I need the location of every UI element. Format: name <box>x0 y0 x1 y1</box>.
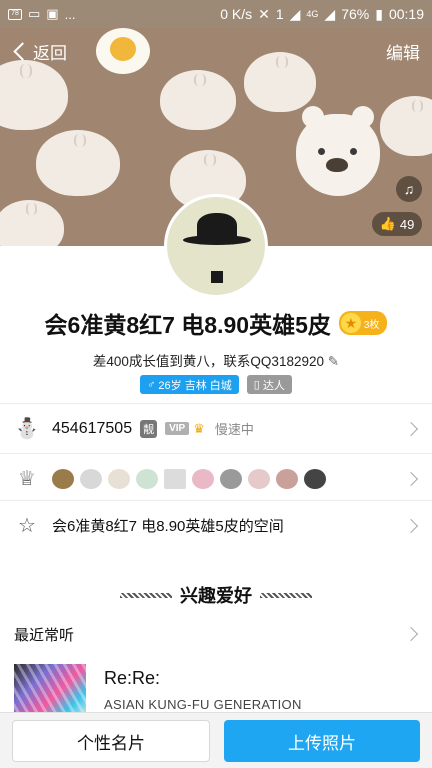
battery-icon: ▮ <box>375 5 383 22</box>
penguin-badge-icon <box>304 468 326 489</box>
growth-text: 差400成长值到黄八，联系QQ3182920 <box>92 354 324 369</box>
qq-number-row[interactable]: ⛄ 454617505 靓 VIP ♛ 慢速中 <box>0 403 432 453</box>
interests-section-title: 兴趣爱好 <box>0 582 432 608</box>
notification-count-icon: 78 <box>8 8 22 20</box>
growth-text-row[interactable]: 差400成长值到黄八，联系QQ3182920 ✎ <box>0 350 432 370</box>
badges-row[interactable]: ♕ <box>0 453 432 503</box>
signal-icon-2: ◢ <box>324 5 336 22</box>
profile-card-button[interactable]: 个性名片 <box>12 720 210 762</box>
expert-label: 达人 <box>262 379 285 392</box>
more-notifications-icon: ... <box>64 6 76 22</box>
net-speed: 0 K/s <box>220 6 253 22</box>
age-location-tag[interactable]: ♂ 26岁 吉林 白城 <box>140 375 239 394</box>
diamond-badge-icon <box>108 468 130 489</box>
cover-bun <box>160 70 236 130</box>
space-row[interactable]: ☆ 会6准黄8红7 电8.90英雄5皮的空间 <box>0 500 432 550</box>
qq-number: 454617505 <box>52 419 133 437</box>
back-button[interactable]: 返回 <box>12 39 67 64</box>
diamond-green-badge-icon <box>136 468 158 489</box>
upload-photo-button[interactable]: 上传照片 <box>224 720 420 762</box>
badge-list <box>52 468 326 489</box>
crown-icon: ♕ <box>18 468 36 490</box>
song-title[interactable]: Re:Re: <box>104 668 160 689</box>
mute-icon: ✕ <box>258 5 270 22</box>
like-button[interactable]: 👍 49 <box>372 212 422 236</box>
sim-icon: 1 <box>275 6 284 22</box>
age-location-text: 26岁 吉林 白城 <box>158 379 232 392</box>
recent-label: 最近常听 <box>14 626 75 644</box>
name-row: 会6准黄8红7 电8.90英雄5皮 ★ 3枚 <box>0 306 432 340</box>
message-icon: ▭ <box>28 6 41 21</box>
top-nav: 返回 编辑 <box>0 28 432 74</box>
net-type-icon: 4G <box>306 9 319 19</box>
medal-badge[interactable]: ★ 3枚 <box>338 311 388 335</box>
chevron-left-icon <box>13 41 32 61</box>
profile-name: 会6准黄8红7 电8.90英雄5皮 <box>44 312 331 338</box>
status-bar: 78 ▭ ▣ ... 0 K/s ✕ 1 ◢ 4G ◢ 76% ▮ 00:19 <box>0 0 432 28</box>
title-decoration-left <box>120 592 172 598</box>
star-badge-icon <box>220 468 242 489</box>
bottom-action-bar: 个性名片 上传照片 <box>0 712 432 768</box>
cover-bun <box>0 200 64 246</box>
hat-brim <box>183 235 251 245</box>
mustache-shape <box>211 271 223 283</box>
chevron-right-icon <box>403 518 419 533</box>
title-decoration-right <box>260 592 312 598</box>
star-medal-icon: ★ <box>340 313 361 333</box>
cover-bun <box>380 96 432 156</box>
diamond-red-badge-icon <box>248 468 270 489</box>
diamond-pink-badge-icon <box>192 468 214 489</box>
lightning-badge-icon <box>276 468 298 489</box>
vip-badge: VIP <box>165 422 190 435</box>
thumb-up-icon: 👍 <box>379 216 396 231</box>
chevron-right-icon <box>403 471 419 486</box>
song-artist: ASIAN KUNG-FU GENERATION <box>104 697 302 712</box>
interests-title: 兴趣爱好 <box>180 586 252 606</box>
chevron-right-icon <box>403 626 419 642</box>
pencil-icon[interactable]: ✎ <box>328 354 339 369</box>
poop-badge-icon <box>52 468 74 489</box>
image-icon: ▣ <box>46 6 59 21</box>
chevron-right-icon <box>403 421 419 436</box>
star-outline-icon: ☆ <box>18 515 36 537</box>
cover-bun <box>36 130 120 196</box>
gender-icon: ♂ <box>147 378 156 391</box>
phone-icon: ▯ <box>253 379 260 391</box>
back-label: 返回 <box>33 43 67 63</box>
space-label: 会6准黄8红7 电8.90英雄5皮的空间 <box>52 518 284 535</box>
medal-count: 3枚 <box>363 319 380 331</box>
penguin-icon: ⛄ <box>14 418 40 440</box>
recent-listening-row[interactable]: 最近常听 <box>0 612 432 656</box>
expert-tag[interactable]: ▯ 达人 <box>246 375 292 394</box>
edit-button[interactable]: 编辑 <box>386 39 420 64</box>
signal-icon: ◢ <box>289 5 301 22</box>
crown-small-icon: ♛ <box>193 420 205 436</box>
tag-row: ♂ 26岁 吉林 白城 ▯ 达人 <box>0 375 432 394</box>
music-icon[interactable]: ♫ <box>396 176 422 202</box>
clock: 00:19 <box>388 6 424 22</box>
bear-illustration <box>296 106 380 196</box>
book-badge-icon <box>164 468 186 489</box>
divider <box>0 556 432 564</box>
avatar[interactable] <box>164 194 268 298</box>
liang-badge: 靓 <box>140 419 158 438</box>
cloud-svip-badge-icon <box>80 468 102 489</box>
like-count: 49 <box>399 216 415 232</box>
speed-status: 慢速中 <box>214 422 254 437</box>
battery-level: 76% <box>341 6 370 22</box>
